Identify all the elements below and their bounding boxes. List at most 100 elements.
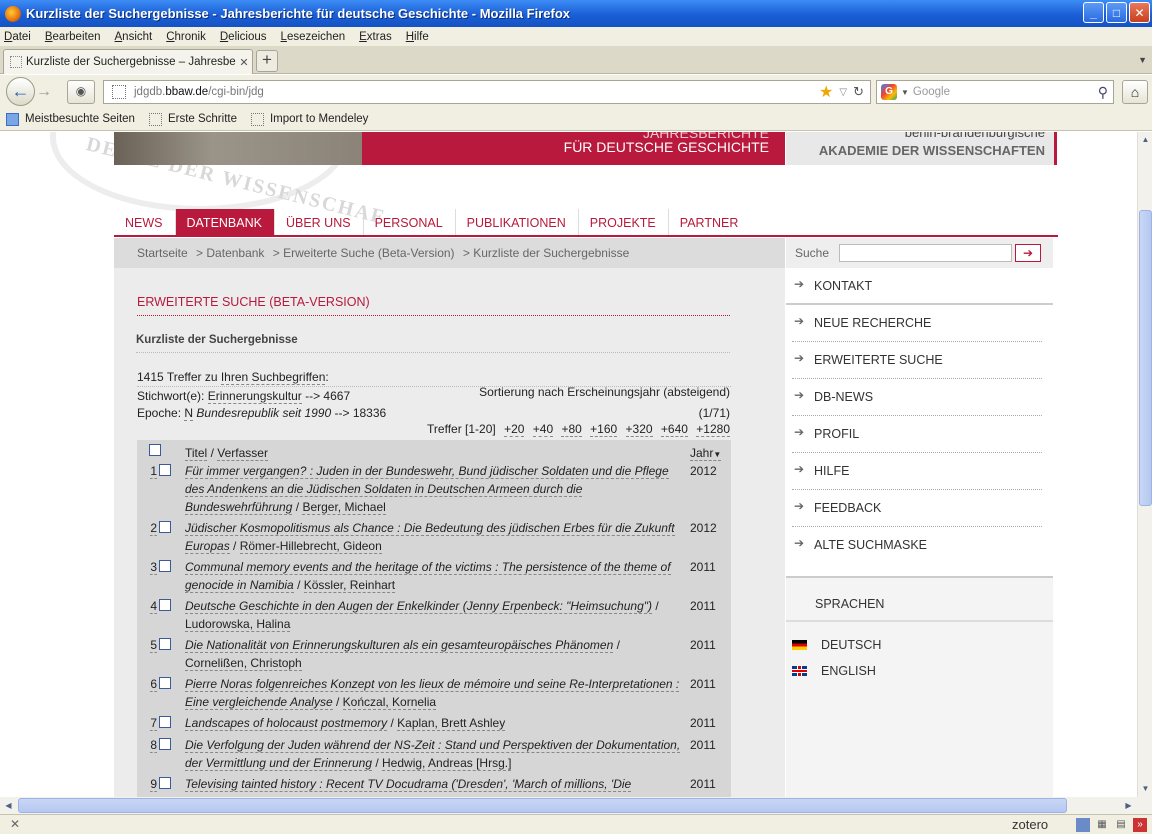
- menu-hilfe[interactable]: Hilfe: [406, 31, 429, 43]
- result-author-link[interactable]: Ludorowska, Halina: [185, 617, 291, 632]
- close-window-button[interactable]: ✕: [1129, 2, 1150, 23]
- result-number-link[interactable]: 4: [150, 599, 157, 614]
- tab-list-chevron-icon[interactable]: ▼: [1138, 55, 1147, 65]
- sidebar-link-neue-recherche[interactable]: ➔ NEUE RECHERCHE: [792, 305, 1042, 342]
- pager-plus-160[interactable]: +160: [590, 422, 618, 437]
- nav-datenbank[interactable]: DATENBANK: [175, 209, 275, 235]
- result-author-link[interactable]: Hedwig, Andreas [Hrsg.]: [382, 756, 512, 771]
- url-bar[interactable]: jdgdb.bbaw.de/cgi-bin/jdg ★ ▽ ↻: [103, 80, 871, 104]
- sidebar-link-profil[interactable]: ➔ PROFIL: [792, 416, 1042, 453]
- language-deutsch[interactable]: DEUTSCH: [792, 638, 881, 652]
- back-button[interactable]: ←: [6, 77, 35, 106]
- pager-plus-320[interactable]: +320: [625, 422, 653, 437]
- web-search-input[interactable]: Google: [913, 86, 1098, 98]
- result-author-link[interactable]: Cornelißen, Christoph: [185, 656, 302, 671]
- bookmark-mendeley[interactable]: Import to Mendeley: [250, 112, 368, 126]
- pager-plus-1280[interactable]: +1280: [696, 422, 730, 437]
- zotero-button[interactable]: zotero: [1012, 817, 1048, 832]
- result-number-link[interactable]: 2: [150, 521, 157, 536]
- vertical-scroll-thumb[interactable]: [1139, 210, 1152, 506]
- nav-publikationen[interactable]: PUBLIKATIONEN: [456, 209, 579, 235]
- url-text[interactable]: jdgdb.bbaw.de/cgi-bin/jdg: [134, 86, 819, 98]
- url-dropdown-icon[interactable]: ▽: [839, 87, 847, 98]
- tab-active[interactable]: Kurzliste der Suchergebnisse – Jahresber…: [3, 49, 253, 74]
- close-findbar-icon[interactable]: ✕: [10, 817, 20, 831]
- sidebar-link-erweiterte-suche[interactable]: ➔ ERWEITERTE SUCHE: [792, 342, 1042, 379]
- menu-chronik[interactable]: Chronik: [166, 31, 206, 43]
- puzzle-icon[interactable]: ▦: [1095, 818, 1109, 832]
- sidebar-link-alte-suchmaske[interactable]: ➔ ALTE SUCHMASKE: [792, 527, 1042, 564]
- history-icon[interactable]: ◉: [67, 80, 95, 104]
- result-checkbox[interactable]: [159, 638, 171, 650]
- menu-datei[interactable]: Datei: [4, 31, 31, 43]
- menu-lesezeichen[interactable]: Lesezeichen: [281, 31, 346, 43]
- sort-by-author-link[interactable]: Verfasser: [217, 446, 268, 461]
- forward-button[interactable]: →: [36, 82, 58, 102]
- result-checkbox[interactable]: [159, 777, 171, 789]
- nav-ueber-uns[interactable]: ÜBER UNS: [275, 209, 364, 235]
- grid-icon[interactable]: ▤: [1114, 818, 1128, 832]
- epoch-code-link[interactable]: N: [184, 406, 194, 421]
- result-title-link[interactable]: Landscapes of holocaust postmemory: [185, 716, 388, 731]
- horizontal-scrollbar[interactable]: ◀ ▶: [0, 797, 1137, 814]
- result-checkbox[interactable]: [159, 464, 171, 476]
- pager-plus-20[interactable]: +20: [504, 422, 525, 437]
- result-checkbox[interactable]: [159, 599, 171, 611]
- search-icon[interactable]: ⚲: [1098, 84, 1108, 101]
- result-number-link[interactable]: 9: [150, 777, 157, 792]
- result-checkbox[interactable]: [159, 521, 171, 533]
- result-checkbox[interactable]: [159, 738, 171, 750]
- nav-personal[interactable]: PERSONAL: [364, 209, 456, 235]
- result-number-link[interactable]: 7: [150, 716, 157, 731]
- result-checkbox[interactable]: [159, 716, 171, 728]
- result-author-link[interactable]: Kössler, Reinhart: [303, 578, 396, 593]
- new-tab-button[interactable]: +: [256, 50, 278, 72]
- horizontal-scroll-thumb[interactable]: [18, 798, 1067, 813]
- language-english[interactable]: ENGLISH: [792, 664, 876, 678]
- result-number-link[interactable]: 1: [150, 464, 157, 479]
- reload-icon[interactable]: ↻: [853, 84, 864, 100]
- scroll-left-icon[interactable]: ◀: [0, 797, 17, 814]
- search-engine-dropdown-icon[interactable]: ▼: [901, 88, 909, 97]
- menu-bearbeiten[interactable]: Bearbeiten: [45, 31, 101, 43]
- sort-by-title-link[interactable]: Titel: [185, 446, 208, 461]
- nav-projekte[interactable]: PROJEKTE: [579, 209, 669, 235]
- home-button[interactable]: ⌂: [1122, 80, 1148, 104]
- site-search-go-button[interactable]: ➔: [1015, 244, 1041, 262]
- result-author-link[interactable]: Berger, Michael: [302, 500, 386, 515]
- google-icon[interactable]: G: [881, 84, 897, 100]
- keyword-link[interactable]: Erinnerungskultur: [207, 389, 302, 404]
- sidebar-link-db-news[interactable]: ➔ DB-NEWS: [792, 379, 1042, 416]
- result-author-link[interactable]: Kończal, Kornelia: [342, 695, 437, 710]
- result-author-link[interactable]: Römer-Hillebrecht, Gideon: [239, 539, 382, 554]
- maximize-button[interactable]: □: [1106, 2, 1127, 23]
- nav-news[interactable]: NEWS: [114, 209, 176, 235]
- result-checkbox[interactable]: [159, 560, 171, 572]
- select-all-checkbox[interactable]: [149, 444, 161, 456]
- vertical-scrollbar[interactable]: ▲ ▼: [1137, 132, 1152, 797]
- scroll-down-icon[interactable]: ▼: [1138, 781, 1152, 797]
- delicious-icon[interactable]: »: [1133, 818, 1147, 832]
- search-terms-link[interactable]: Ihren Suchbegriffen: [220, 370, 326, 385]
- result-title-link[interactable]: Televising tainted history : Recent TV D…: [185, 777, 632, 792]
- breadcrumb-erweiterte-suche[interactable]: > Erweiterte Suche (Beta-Version): [273, 246, 455, 260]
- sidebar-link-kontakt[interactable]: ➔ KONTAKT: [786, 268, 1053, 305]
- breadcrumb-datenbank[interactable]: > Datenbank: [196, 246, 264, 260]
- result-number-link[interactable]: 3: [150, 560, 157, 575]
- result-title-link[interactable]: Deutsche Geschichte in den Augen der Enk…: [185, 599, 652, 614]
- sort-by-year-link[interactable]: Jahr▼: [690, 446, 722, 461]
- result-title-link[interactable]: Communal memory events and the heritage …: [185, 560, 671, 593]
- web-search-bar[interactable]: G ▼ Google ⚲: [876, 80, 1114, 104]
- nav-partner[interactable]: PARTNER: [669, 209, 751, 235]
- site-identity-icon[interactable]: [112, 85, 126, 99]
- result-author-link[interactable]: Kaplan, Brett Ashley: [397, 716, 506, 731]
- result-title-link[interactable]: Die Nationalität von Erinnerungskulturen…: [185, 638, 614, 653]
- menu-delicious[interactable]: Delicious: [220, 31, 267, 43]
- pager-plus-40[interactable]: +40: [532, 422, 554, 437]
- result-number-link[interactable]: 5: [150, 638, 157, 653]
- result-checkbox[interactable]: [159, 677, 171, 689]
- result-title-link[interactable]: Für immer vergangen? : Juden in der Bund…: [185, 464, 669, 515]
- scroll-up-icon[interactable]: ▲: [1138, 132, 1152, 148]
- sidebar-link-hilfe[interactable]: ➔ HILFE: [792, 453, 1042, 490]
- close-tab-icon[interactable]: ✕: [236, 56, 252, 69]
